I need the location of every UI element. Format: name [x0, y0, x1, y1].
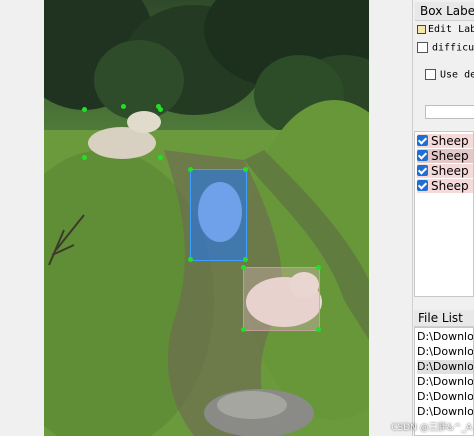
file-list-item[interactable]: D:\Download — [417, 390, 473, 404]
resize-handle[interactable] — [156, 104, 161, 109]
label-text: Sheep — [431, 179, 469, 193]
checkbox-checked-icon[interactable] — [417, 180, 428, 191]
use-default-label-row[interactable]: Use de — [425, 69, 474, 81]
resize-handle[interactable] — [82, 155, 87, 160]
watermark: CSDN @三胖&^_A — [391, 423, 472, 433]
use-default-label-checkbox[interactable] — [425, 69, 436, 80]
file-list-item[interactable]: D:\Download — [417, 405, 473, 419]
file-list-item[interactable]: D:\Download — [417, 345, 473, 359]
box-labels-title: Box Labels — [415, 2, 474, 21]
edit-label-text: Edit Labe — [428, 24, 474, 35]
checkbox-checked-icon[interactable] — [417, 165, 428, 176]
resize-handle[interactable] — [243, 167, 248, 172]
file-list-title: File List — [414, 310, 474, 327]
file-list-item[interactable]: D:\Download — [417, 375, 473, 389]
resize-handle[interactable] — [188, 167, 193, 172]
resize-handle[interactable] — [241, 265, 246, 270]
label-item[interactable]: Sheep — [417, 179, 473, 193]
label-list[interactable]: Sheep Sheep Sheep Sheep — [414, 131, 474, 297]
resize-handle[interactable] — [316, 327, 321, 332]
resize-handle[interactable] — [241, 327, 246, 332]
edit-label-button[interactable]: Edit Labe — [417, 22, 474, 37]
label-text: Sheep — [431, 134, 469, 148]
label-item[interactable]: Sheep — [417, 134, 473, 148]
label-item[interactable]: Sheep — [417, 149, 473, 163]
bounding-box-sheep-2[interactable] — [121, 104, 161, 131]
label-text: Sheep — [431, 149, 469, 163]
difficult-label: difficul — [432, 42, 474, 54]
file-list-item[interactable]: D:\Download — [417, 330, 473, 344]
default-label-input[interactable] — [425, 105, 474, 119]
resize-handle[interactable] — [121, 104, 126, 109]
difficult-checkbox[interactable] — [417, 42, 428, 53]
checkbox-checked-icon[interactable] — [417, 150, 428, 161]
image-canvas[interactable] — [0, 0, 412, 436]
bounding-box-sheep-selected[interactable] — [188, 167, 248, 262]
pencil-icon — [417, 24, 426, 34]
difficult-checkbox-row[interactable]: difficul — [417, 42, 474, 54]
bounding-box-sheep-4[interactable] — [241, 265, 321, 332]
file-list-item[interactable]: D:\Download — [417, 360, 473, 374]
resize-handle[interactable] — [158, 155, 163, 160]
label-text: Sheep — [431, 164, 469, 178]
checkbox-checked-icon[interactable] — [417, 135, 428, 146]
resize-handle[interactable] — [316, 265, 321, 270]
resize-handle[interactable] — [82, 107, 87, 112]
resize-handle[interactable] — [243, 257, 248, 262]
resize-handle[interactable] — [188, 257, 193, 262]
use-default-label-text: Use de — [440, 69, 474, 81]
label-item[interactable]: Sheep — [417, 164, 473, 178]
